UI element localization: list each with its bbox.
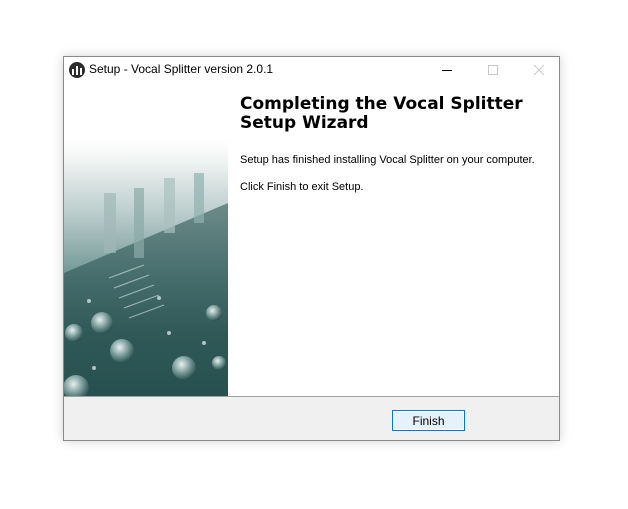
wizard-sidebar-image [64, 83, 228, 396]
page-title: Completing the Vocal Splitter Setup Wiza… [240, 94, 523, 133]
close-button[interactable] [516, 57, 562, 83]
title-bar[interactable]: Setup - Vocal Splitter version 2.0.1 [64, 57, 559, 83]
setup-window: Setup - Vocal Splitter version 2.0.1 Com… [63, 56, 560, 441]
finished-message: Setup has finished installing Vocal Spli… [240, 154, 535, 166]
maximize-button[interactable] [470, 57, 516, 83]
wizard-content: Completing the Vocal Splitter Setup Wiza… [240, 94, 550, 194]
wizard-footer: Finish [64, 397, 559, 440]
finish-instruction: Click Finish to exit Setup. [240, 181, 364, 193]
minimize-icon [442, 70, 452, 71]
window-title: Setup - Vocal Splitter version 2.0.1 [89, 62, 274, 76]
app-icon [69, 62, 85, 78]
mixing-console-image [64, 83, 228, 396]
finish-button[interactable]: Finish [392, 410, 465, 431]
close-icon [533, 64, 545, 76]
maximize-icon [488, 65, 498, 75]
minimize-button[interactable] [424, 57, 470, 83]
